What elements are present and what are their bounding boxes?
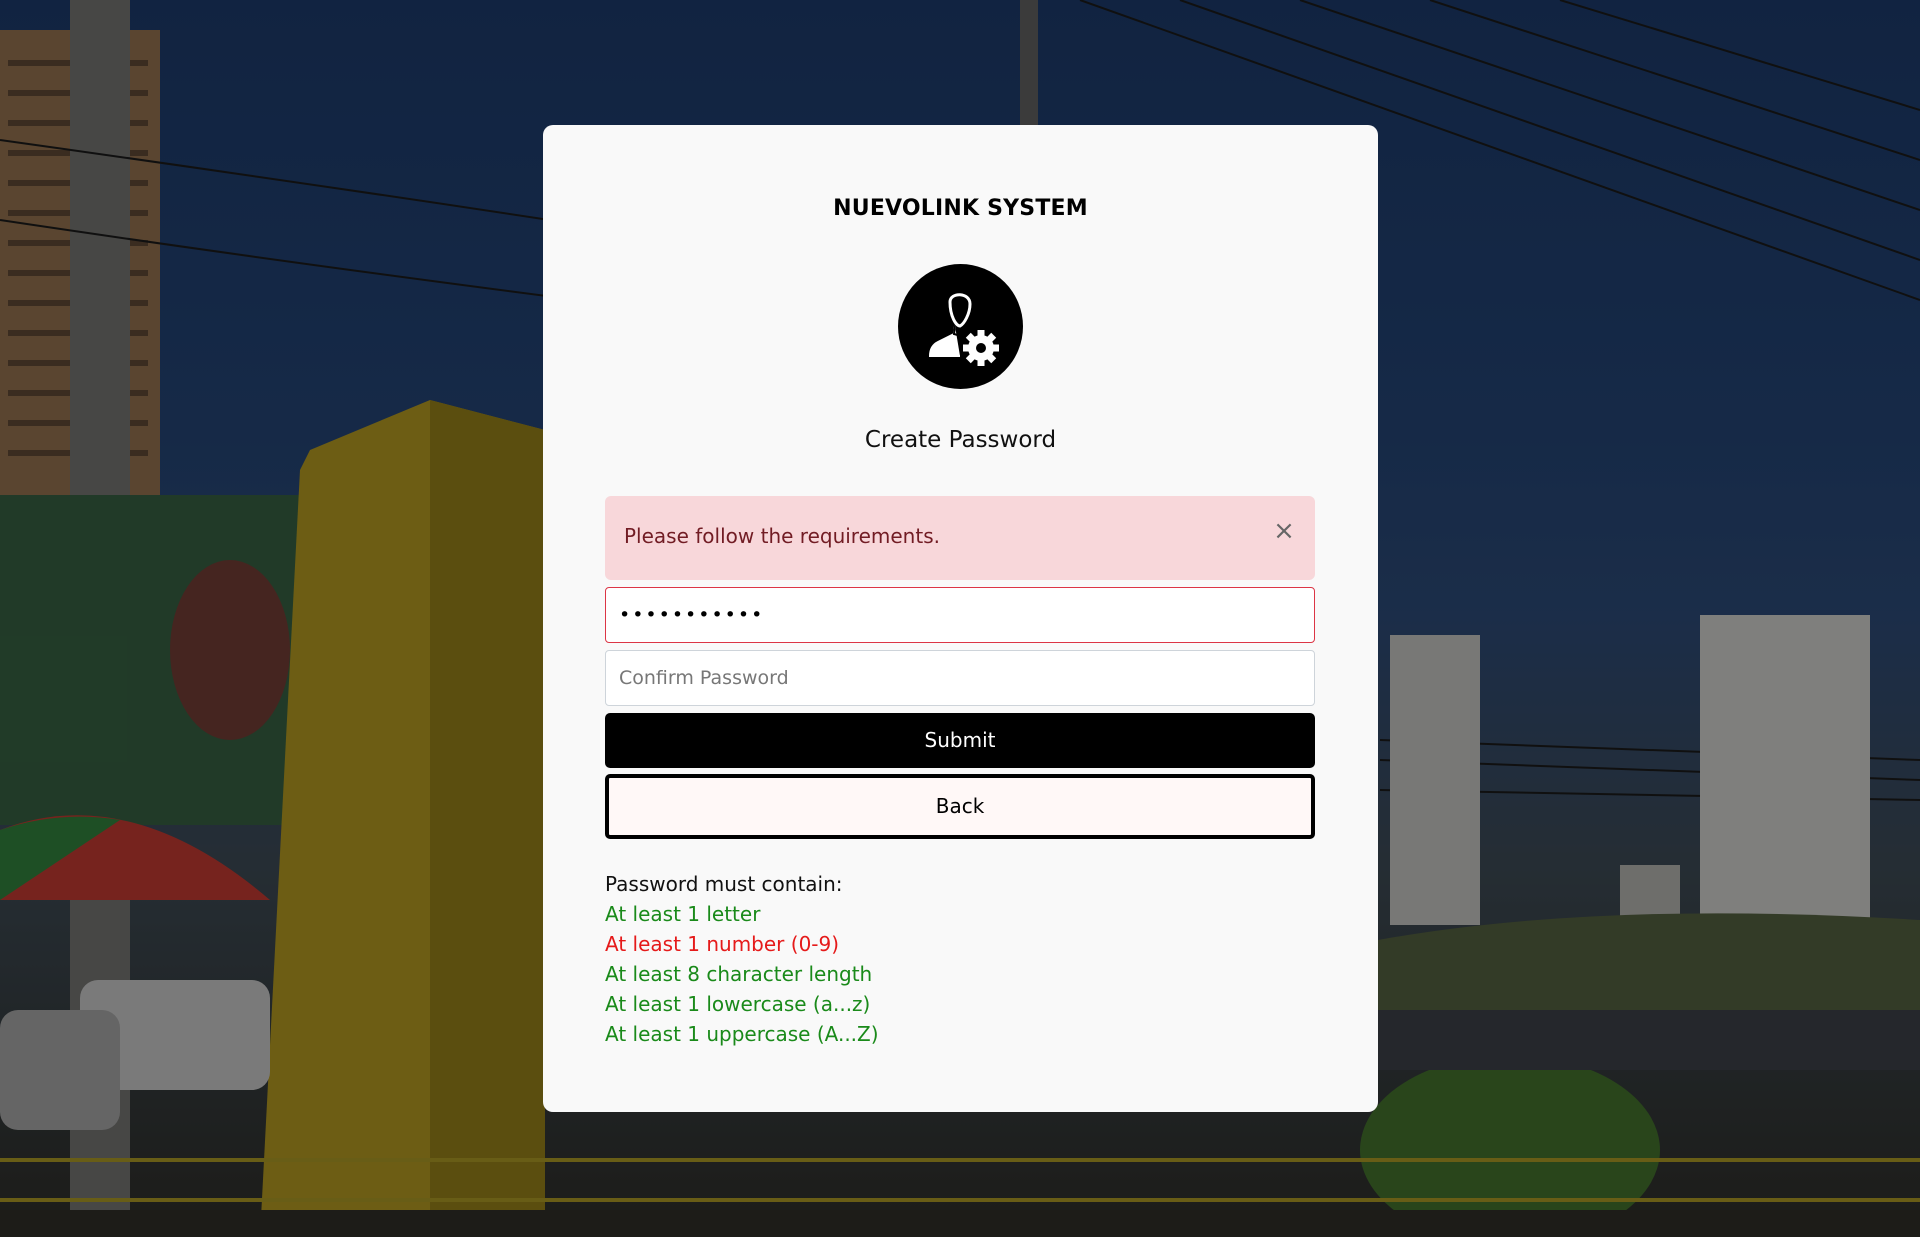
confirm-password-field[interactable]: Confirm Password — [605, 650, 1315, 706]
requirement-lowercase: At least 1 lowercase (a...z) — [605, 992, 871, 1016]
password-field[interactable]: ••••••••••• — [605, 587, 1315, 643]
alert-message: Please follow the requirements. — [624, 524, 940, 548]
page-subtitle: Create Password — [864, 427, 1057, 453]
requirement-uppercase: At least 1 uppercase (A...Z) — [605, 1022, 879, 1046]
back-button[interactable]: Back — [605, 774, 1315, 839]
requirement-length: At least 8 character length — [605, 962, 873, 986]
error-alert: Please follow the requirements. × — [605, 496, 1315, 580]
requirements-heading: Password must contain: — [605, 872, 843, 896]
close-icon[interactable]: × — [1271, 518, 1297, 544]
requirement-letter: At least 1 letter — [605, 902, 761, 926]
submit-button[interactable]: Submit — [605, 713, 1315, 768]
brand-title: NUEVOLINK SYSTEM — [833, 196, 1088, 221]
create-password-card: NUEVOLINK SYSTEM Create Password Please … — [543, 125, 1378, 1112]
password-requirements: Password must contain: At least 1 letter… — [605, 869, 879, 1049]
requirement-number: At least 1 number (0-9) — [605, 932, 840, 956]
user-settings-icon — [898, 264, 1023, 389]
